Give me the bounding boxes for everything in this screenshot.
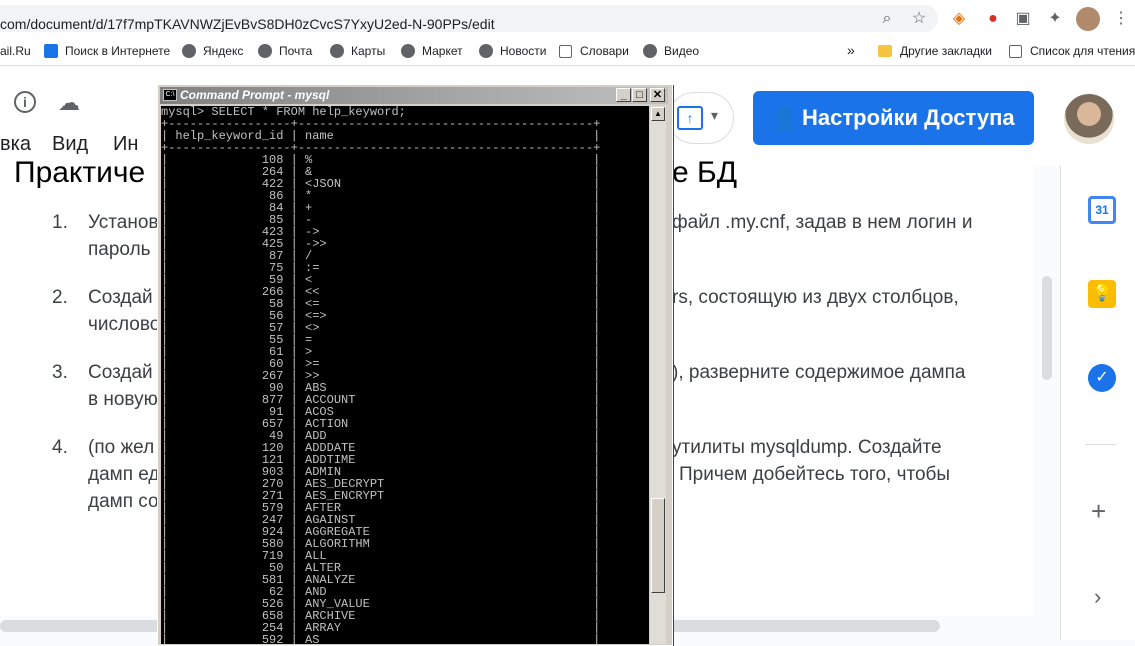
globe-icon <box>258 44 272 58</box>
bookmark-maps[interactable]: Карты <box>330 44 385 58</box>
bookmark-market[interactable]: Маркет <box>401 44 463 58</box>
cmd-scroll-thumb[interactable] <box>651 498 665 593</box>
reading-list[interactable]: Список для чтения <box>1009 44 1135 58</box>
browser-toolbar: com/document/d/17f7mpTKAVNWZjEvBvS8DH0zC… <box>0 0 1135 38</box>
list-number: 2. <box>52 287 68 308</box>
doc-heading-left: Практиче <box>14 156 146 189</box>
doc-heading-right: е БД <box>672 156 738 189</box>
globe-icon <box>182 44 196 58</box>
list-item-text: Установ <box>88 212 159 233</box>
side-panel <box>1060 166 1135 640</box>
other-bookmarks-label: Другие закладки <box>900 44 992 58</box>
scroll-up-icon[interactable]: ▲ <box>651 107 665 121</box>
chevron-down-icon: ▾ <box>711 107 719 123</box>
list-item-text: дамп ед <box>88 464 160 485</box>
extension-m-icon[interactable]: ● <box>982 8 1004 30</box>
close-button[interactable]: ✕ <box>650 88 665 102</box>
bookmark-label: Маркет <box>422 44 463 58</box>
console-output[interactable]: mysql> SELECT * FROM help_keyword; +----… <box>161 106 649 644</box>
bookmark-label: Видео <box>664 44 700 58</box>
bookmark-video[interactable]: Видео <box>643 44 699 58</box>
menu-dots-icon[interactable]: ⋮ <box>1110 8 1132 30</box>
url-text[interactable]: com/document/d/17f7mpTKAVNWZjEvBvS8DH0zC… <box>0 16 495 32</box>
cast-icon[interactable]: ▣ <box>1012 8 1034 30</box>
bookmarks-bar: ail.Ru Поиск в Интернете Яндекс Почта Ка… <box>0 38 1135 66</box>
account-avatar[interactable] <box>1064 94 1114 144</box>
cmd-title: Command Prompt - mysql <box>180 88 330 102</box>
cmd-app-icon[interactable]: C:\ <box>163 89 177 101</box>
console-text: mysql> SELECT * FROM help_keyword; +----… <box>161 106 601 644</box>
globe-icon <box>479 44 493 58</box>
globe-icon <box>401 44 415 58</box>
list-item-text: Причем добейтесь того, чтобы <box>679 464 951 485</box>
address-bar[interactable]: com/document/d/17f7mpTKAVNWZjEvBvS8DH0zC… <box>0 5 938 32</box>
menu-view[interactable]: Вид <box>52 133 88 156</box>
reading-list-icon <box>1009 45 1022 58</box>
list-item-text: rs, состоящую из двух столбцов, <box>672 287 959 308</box>
minimize-button[interactable]: _ <box>616 88 631 102</box>
list-item-text: дамп со <box>88 491 159 512</box>
keep-icon[interactable]: 💡 <box>1088 280 1116 308</box>
info-icon[interactable]: i <box>14 91 36 113</box>
cloud-status-icon[interactable]: ☁ <box>58 90 80 116</box>
bookmark-star-icon[interactable]: ☆ <box>908 8 930 30</box>
doc-vertical-scrollbar[interactable] <box>1042 276 1052 380</box>
bookmark-label: Карты <box>351 44 386 58</box>
calendar-icon[interactable]: 31 <box>1088 196 1116 224</box>
bookmark-mail-ru[interactable]: Почта <box>258 44 312 58</box>
expand-icon[interactable]: › <box>1094 584 1101 610</box>
globe-icon <box>330 44 344 58</box>
list-item-text: утилиты mysqldump. Создайте <box>672 437 942 458</box>
share-button-label: Настройки Доступа <box>802 105 1015 130</box>
bookmark-news[interactable]: Новости <box>479 44 546 58</box>
folder-icon <box>878 45 892 57</box>
list-item-text: пароль <box>88 239 151 260</box>
person-lock-icon: 👤 <box>771 106 799 131</box>
bookmark-yandex[interactable]: Яндекс <box>182 44 243 58</box>
add-icon[interactable]: + <box>1091 496 1106 527</box>
bookmark-label: Яндекс <box>203 44 244 58</box>
list-item-text: Создай <box>88 287 153 308</box>
zoom-icon[interactable]: ⌕ <box>876 8 898 30</box>
bookmark-label: ail.Ru <box>0 44 31 58</box>
book-icon <box>559 45 572 58</box>
bookmark-label: Словари <box>580 44 629 58</box>
list-item-text: файл .my.cnf, задав в нем логин и <box>672 212 973 233</box>
globe-icon <box>643 44 657 58</box>
search-icon <box>44 44 58 58</box>
extension-icon[interactable]: ◈ <box>948 8 970 30</box>
other-bookmarks[interactable]: Другие закладки <box>878 44 992 58</box>
present-button[interactable]: ↑ ▾ <box>668 92 734 144</box>
list-item-text: в новую <box>88 389 158 410</box>
menu-tools[interactable]: Ин <box>113 133 138 156</box>
bookmark-dictionaries[interactable]: Словари <box>559 44 629 58</box>
bookmark-search[interactable]: Поиск в Интернете <box>44 44 170 58</box>
list-item-text: Создай <box>88 362 153 383</box>
list-number: 1. <box>52 212 68 233</box>
list-number: 3. <box>52 362 68 383</box>
side-panel-divider <box>1086 444 1116 445</box>
bookmark-label: Поиск в Интернете <box>65 44 171 58</box>
list-item-text: ), разверните содержимое дампа <box>672 362 966 383</box>
list-item-text: числово <box>88 314 161 335</box>
extensions-puzzle-icon[interactable]: ✦ <box>1044 8 1066 30</box>
list-item-text: (по жел <box>88 437 155 458</box>
bookmark-label: Почта <box>279 44 313 58</box>
profile-avatar-icon[interactable] <box>1076 7 1100 31</box>
bookmarks-more[interactable]: » <box>847 42 855 58</box>
list-number: 4. <box>52 437 68 458</box>
tasks-icon[interactable]: ✓ <box>1088 364 1116 392</box>
maximize-button[interactable]: □ <box>632 88 647 102</box>
menu-insert[interactable]: вка <box>0 133 31 156</box>
bookmark-mail[interactable]: ail.Ru <box>0 44 31 58</box>
bookmark-label: Новости <box>500 44 547 58</box>
reading-list-label: Список для чтения <box>1030 44 1135 58</box>
upload-icon: ↑ <box>677 106 703 130</box>
